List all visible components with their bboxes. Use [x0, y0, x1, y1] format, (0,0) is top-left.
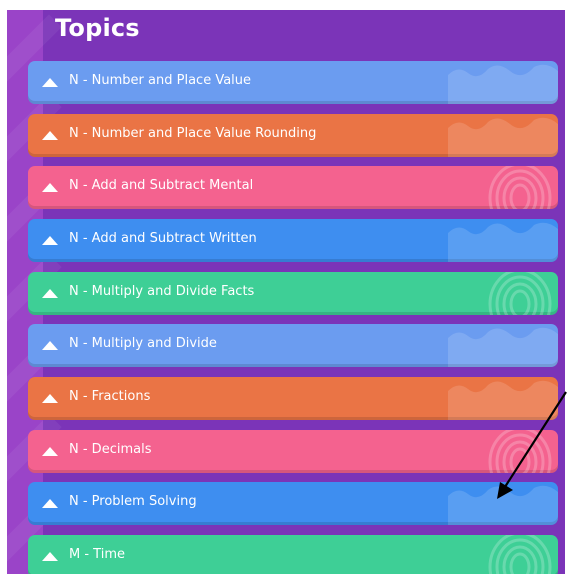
annotation-arrow	[497, 391, 567, 499]
